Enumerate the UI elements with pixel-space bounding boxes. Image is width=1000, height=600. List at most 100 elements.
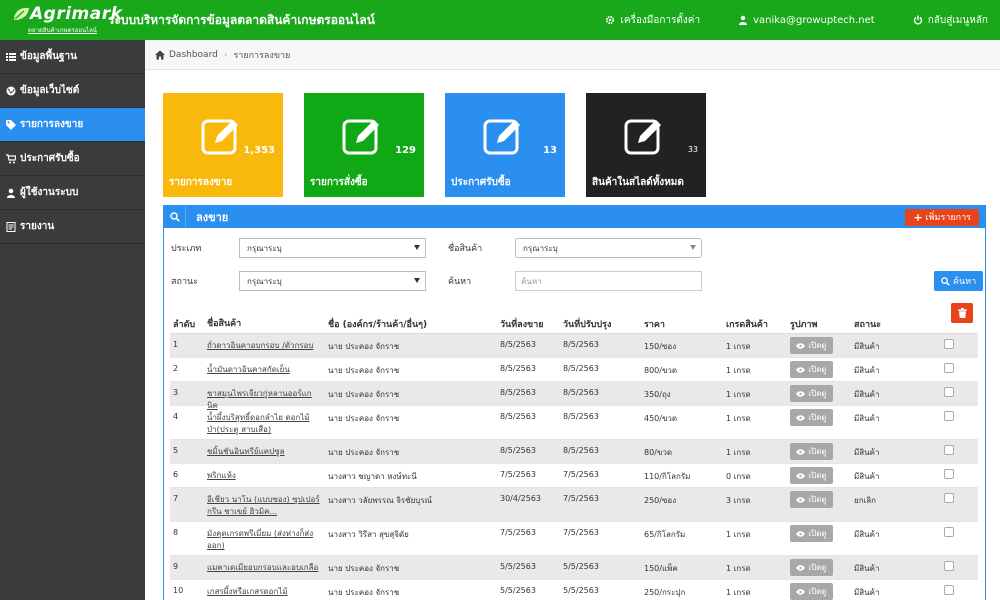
row-checkbox[interactable]: [944, 387, 954, 397]
sidebar: ข้อมูลพื้นฐาน ข้อมูลเว็บไซต์ รายการลงขาย…: [0, 40, 145, 600]
row-picture-cell: เปิดดู: [790, 440, 854, 460]
view-picture-button[interactable]: เปิดดู: [790, 337, 833, 354]
row-product-name[interactable]: อีเชียว นาโน (แบบซอง) ซุปเปอร์กรีน ชาเขย…: [207, 488, 328, 518]
app-logo[interactable]: Agrimark ตลาดสินค้าเกษตรออนไลน์: [6, 0, 122, 40]
row-select-cell: [944, 522, 974, 537]
search-button[interactable]: ค้นหา: [934, 271, 984, 291]
search-input[interactable]: ค้นหา: [515, 271, 702, 291]
eye-icon: [796, 496, 806, 503]
row-status: มีสินค้า: [854, 390, 880, 399]
row-grade: 1 เกรด: [726, 530, 751, 539]
listings-table: ลำดับ ชื่อสินค้า ชื่อ (องค์กร/ร้านค้า/อื…: [170, 303, 978, 600]
view-picture-button[interactable]: เปิดดู: [790, 361, 833, 378]
row-checkbox[interactable]: [944, 527, 954, 537]
row-updated-date: 5/5/2563: [563, 562, 599, 571]
eye-icon: [796, 448, 806, 455]
tile-purchase-notices[interactable]: 13 ประกาศรับซื้อ: [445, 93, 565, 197]
table-header: ลำดับ ชื่อสินค้า ชื่อ (องค์กร/ร้านค้า/อื…: [170, 303, 978, 334]
view-picture-button[interactable]: เปิดดู: [790, 443, 833, 460]
product-select[interactable]: กรุณาระบุ: [515, 238, 702, 258]
row-price: 80/ขวด: [644, 448, 673, 457]
row-owner: นางสาว ชญาดา หงษ์ทะนี: [328, 472, 417, 481]
row-select-cell: [944, 464, 974, 479]
row-picture-cell: เปิดดู: [790, 488, 854, 508]
delete-button[interactable]: [951, 303, 973, 323]
row-checkbox[interactable]: [944, 493, 954, 503]
search-input-placeholder: ค้นหา: [521, 276, 542, 286]
row-product-name[interactable]: ชมิ้นชันอินทรีย์แคปซูล: [207, 440, 328, 458]
view-picture-button[interactable]: เปิดดู: [790, 409, 833, 426]
row-grade: 1 เกรด: [726, 342, 751, 351]
row-grade: 1 เกรด: [726, 588, 751, 597]
user-icon: [7, 188, 15, 198]
edit-icon: [342, 119, 379, 155]
logo-subtitle: ตลาดสินค้าเกษตรออนไลน์: [28, 27, 97, 34]
tile-sale-listings[interactable]: 1,353 รายการลงขาย: [163, 93, 283, 197]
view-picture-button[interactable]: เปิดดู: [790, 559, 833, 576]
row-product-name[interactable]: ถั่วดาวอินคาอบกรอบ /ตัวกรอบ: [207, 334, 328, 352]
breadcrumb-home[interactable]: Dashboard: [169, 50, 218, 60]
panel-search-toggle[interactable]: [164, 206, 186, 228]
row-select-cell: [944, 488, 974, 503]
home-link[interactable]: กลับสู่เมนูหลัก: [913, 13, 988, 28]
settings-link[interactable]: เครื่องมือการตั้งค่า: [605, 13, 700, 28]
sidebar-item-label: รายงาน: [20, 221, 55, 232]
row-no: 9: [173, 562, 179, 571]
sidebar-item-basic-info[interactable]: ข้อมูลพื้นฐาน: [0, 40, 145, 74]
status-label: สถานะ: [171, 277, 198, 287]
row-product-name[interactable]: น้ำมันดาวอินคาสกัดเย็น: [207, 358, 328, 376]
cart-icon: [6, 153, 16, 163]
row-picture-cell: เปิดดู: [790, 556, 854, 576]
edit-icon: [201, 119, 238, 155]
view-picture-button[interactable]: เปิดดู: [790, 583, 833, 600]
row-checkbox[interactable]: [944, 561, 954, 571]
view-picture-button[interactable]: เปิดดู: [790, 385, 833, 402]
tile-slide-products[interactable]: 33 สินค้าในสไลด์ทั้งหมด: [586, 93, 706, 197]
add-item-label: เพิ่มรายการ: [925, 213, 971, 223]
view-picture-button[interactable]: เปิดดู: [790, 525, 833, 542]
table-row: 8 มังคุดเกรดพรีเมี่ยม (ส่งห่างก็ส่งออก) นา…: [170, 522, 978, 556]
sidebar-item-sale-listings[interactable]: รายการลงขาย: [0, 108, 145, 142]
status-select[interactable]: กรุณาระบุ: [239, 271, 426, 291]
add-item-button[interactable]: + เพิ่มรายการ: [905, 208, 979, 226]
row-checkbox[interactable]: [944, 411, 954, 421]
row-checkbox[interactable]: [944, 339, 954, 349]
row-listed-date: 30/4/2563: [500, 494, 542, 503]
search-icon: [169, 212, 180, 222]
row-picture-cell: เปิดดู: [790, 382, 854, 402]
tile-label: รายการสั่งซื้อ: [310, 177, 368, 188]
tile-label: สินค้าในสไลด์ทั้งหมด: [592, 177, 684, 188]
sidebar-item-purchase-notices[interactable]: ประกาศรับซื้อ: [0, 142, 145, 176]
edit-icon: [624, 119, 661, 155]
row-picture-cell: เปิดดู: [790, 522, 854, 542]
user-link[interactable]: vanika@growuptech.net: [738, 15, 875, 26]
row-checkbox[interactable]: [944, 469, 954, 479]
type-select[interactable]: กรุณาระบุ: [239, 238, 426, 258]
breadcrumb: Dashboard › รายการลงขาย: [145, 40, 1000, 70]
row-owner: นาย ประคอง จักราช: [328, 342, 400, 351]
sidebar-item-reports[interactable]: รายงาน: [0, 210, 145, 244]
row-checkbox[interactable]: [944, 445, 954, 455]
row-product-name[interactable]: แมคาเดเมียอบกรอบและอบเกลือ: [207, 556, 328, 574]
row-no: 4: [173, 412, 179, 421]
row-status: มีสินค้า: [854, 342, 880, 351]
row-updated-date: 7/5/2563: [563, 528, 599, 537]
eye-icon: [796, 366, 806, 373]
view-picture-label: เปิดดู: [808, 365, 827, 374]
sidebar-item-website-info[interactable]: ข้อมูลเว็บไซต์: [0, 74, 145, 108]
view-picture-button[interactable]: เปิดดู: [790, 467, 833, 484]
view-picture-button[interactable]: เปิดดู: [790, 491, 833, 508]
row-checkbox[interactable]: [944, 585, 954, 595]
row-product-name[interactable]: น้ำผึ้งบริสุทธิ์ดอกลำไย ดอกไม้ป่า(ประตู …: [207, 406, 328, 436]
row-updated-date: 5/5/2563: [563, 586, 599, 595]
tile-label: ประกาศรับซื้อ: [451, 177, 511, 188]
sidebar-item-system-users[interactable]: ผู้ใช้งานระบบ: [0, 176, 145, 210]
row-product-name[interactable]: เกสรผึ้งหรือเกสรดอกไม้: [207, 580, 328, 598]
row-product-name[interactable]: พริกแห้ง: [207, 464, 328, 482]
row-product-name[interactable]: มังคุดเกรดพรีเมี่ยม (ส่งห่างก็ส่งออก): [207, 522, 328, 552]
tile-orders[interactable]: 129 รายการสั่งซื้อ: [304, 93, 424, 197]
view-picture-label: เปิดดู: [808, 447, 827, 456]
row-checkbox[interactable]: [944, 363, 954, 373]
sidebar-item-label: ข้อมูลเว็บไซต์: [20, 85, 80, 96]
view-picture-label: เปิดดู: [808, 529, 827, 538]
